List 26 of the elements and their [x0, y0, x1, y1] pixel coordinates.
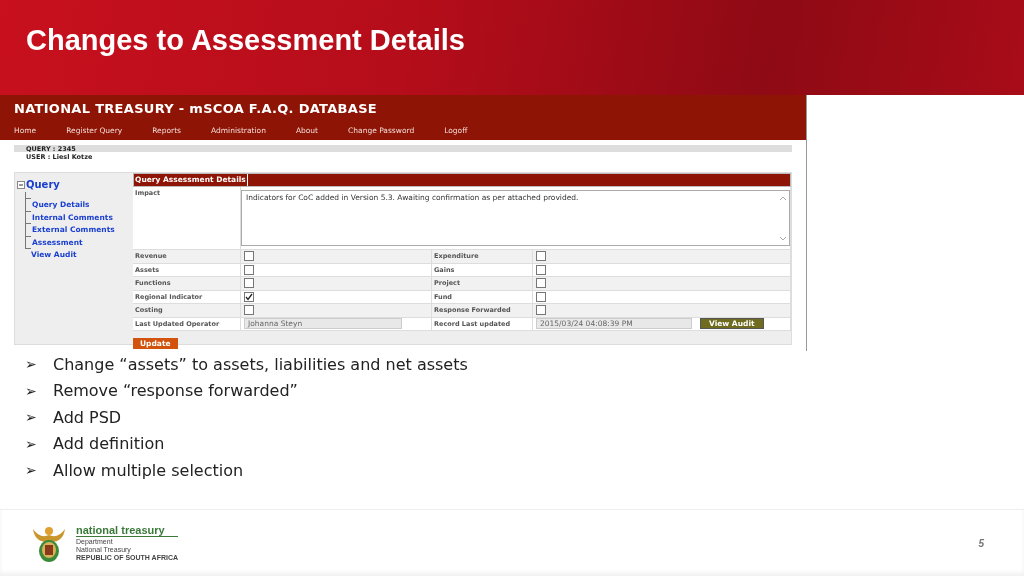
- bullet-text: Change “assets” to assets, liabilities and net assets: [53, 354, 468, 374]
- bullet-marker: ➢: [25, 462, 38, 479]
- slide-title: Changes to Assessment Details: [25, 23, 466, 57]
- checkbox[interactable]: [244, 291, 254, 302]
- tree-root-link[interactable]: Query: [26, 179, 60, 190]
- collapse-icon[interactable]: [17, 180, 25, 189]
- checkbox[interactable]: [536, 264, 546, 275]
- checkbox[interactable]: [536, 278, 546, 289]
- bullet-marker: ➢: [25, 409, 38, 426]
- bullet-text: Add definition: [53, 434, 165, 454]
- bullet-text: Allow multiple selection: [53, 460, 244, 480]
- checkbox[interactable]: [244, 251, 254, 262]
- checkbox[interactable]: [536, 305, 546, 316]
- bullet-text: Remove “response forwarded”: [53, 381, 298, 401]
- page-number: 5: [978, 537, 985, 549]
- checkbox[interactable]: [536, 291, 546, 302]
- checkbox[interactable]: [244, 278, 254, 289]
- bullet-marker: ➢: [25, 382, 38, 399]
- bullet-marker: ➢: [25, 435, 38, 452]
- checkbox[interactable]: [244, 305, 254, 316]
- checkbox[interactable]: [536, 251, 546, 262]
- bullet-marker: ➢: [25, 356, 38, 373]
- bullet-text: Add PSD: [53, 407, 122, 427]
- logo-title: national treasury: [76, 524, 179, 537]
- app-title: NATIONAL TREASURY - mSCOA F.A.Q. DATABASE: [14, 100, 378, 116]
- checkbox[interactable]: [244, 264, 254, 275]
